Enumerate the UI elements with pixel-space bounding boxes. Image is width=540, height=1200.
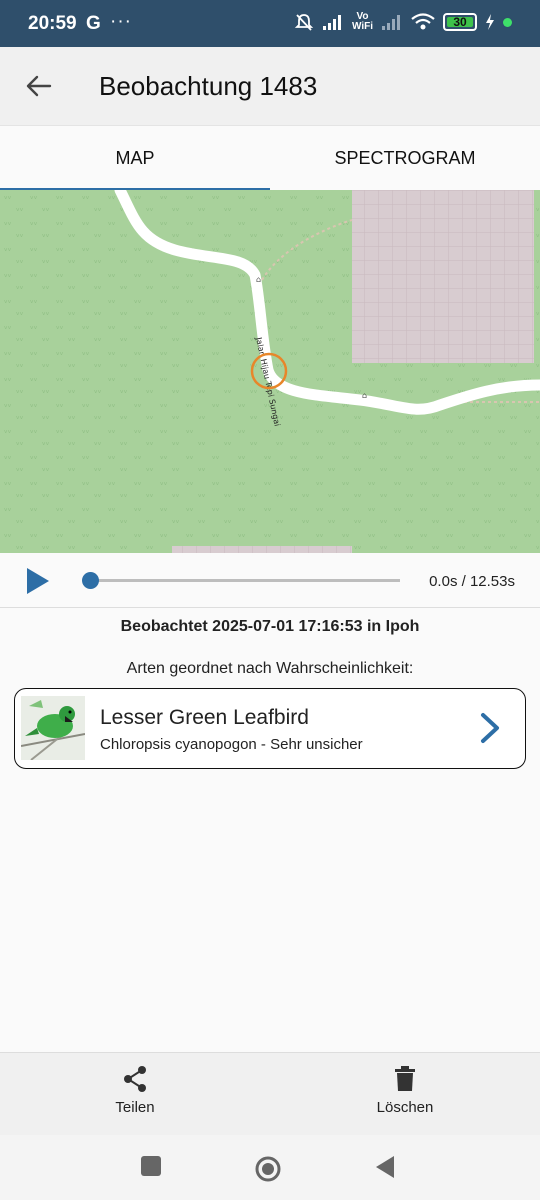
status-bar: 20:59 G ··· Vo WiFi 30 [0, 0, 540, 47]
species-card[interactable]: Lesser Green Leafbird Chloropsis cyanopo… [14, 688, 526, 769]
tab-map[interactable]: MAP [0, 126, 270, 191]
seek-thumb[interactable] [82, 572, 99, 589]
vowifi-icon: Vo WiFi [352, 12, 373, 32]
page-title: Beobachtung 1483 [99, 71, 318, 101]
trash-icon [395, 1066, 415, 1091]
share-label: Teilen [115, 1099, 155, 1116]
signal-icon [322, 15, 341, 30]
species-list-heading: Arten geordnet nach Wahrscheinlichkeit: [126, 660, 414, 677]
signal-off-icon [382, 15, 400, 30]
bird-thumbnail [21, 696, 85, 760]
wifi-label: WiFi [351, 21, 373, 32]
svg-text:⌂: ⌂ [362, 391, 367, 400]
species-common-name: Lesser Green Leafbird [100, 706, 309, 729]
chevron-right-icon[interactable] [477, 711, 503, 745]
map-canvas[interactable]: ᵛᵛ ᵛᵛ Jalan Hijau Tepi Sungai ⌂ ⌂ [0, 190, 540, 553]
privacy-dot-icon [503, 17, 512, 27]
mute-icon [294, 14, 314, 31]
app-bar: Beobachtung 1483 [0, 47, 540, 125]
share-icon [124, 1066, 146, 1092]
battery-level: 30 [453, 15, 467, 29]
audio-player: 0.0s / 12.53s [0, 553, 540, 608]
map-area-grid [352, 190, 534, 363]
share-button[interactable]: Teilen [65, 1065, 205, 1117]
delete-label: Löschen [376, 1099, 434, 1116]
observation-info: Beobachtet 2025-07-01 17:16:53 in Ipoh [120, 618, 420, 635]
home-icon[interactable] [254, 1155, 282, 1183]
map-area-grid-bottom [172, 546, 352, 553]
charging-icon [486, 14, 494, 30]
system-nav-bar [0, 1135, 540, 1200]
playback-time: 0.0s / 12.53s [429, 573, 515, 590]
battery-icon: 30 [443, 13, 477, 31]
status-time: 20:59 [28, 13, 77, 34]
g-icon: G [86, 13, 101, 34]
svg-text:⌂: ⌂ [256, 275, 261, 284]
bottom-action-bar: Teilen Löschen [0, 1052, 540, 1135]
species-detail: Chloropsis cyanopogon - Sehr unsicher [100, 736, 363, 753]
back-arrow-icon[interactable] [24, 71, 54, 101]
bus-stop-icon: ⌂ [256, 275, 261, 284]
seek-bar[interactable] [90, 579, 400, 582]
tab-bar: MAP SPECTROGRAM [0, 125, 540, 191]
status-icons: Vo WiFi 30 [294, 12, 512, 32]
play-icon[interactable] [25, 567, 51, 595]
map-view[interactable]: ᵛᵛ ᵛᵛ Jalan Hijau Tepi Sungai ⌂ ⌂ [0, 190, 540, 553]
wifi-icon [411, 13, 435, 30]
more-notifications-icon: ··· [110, 11, 132, 32]
back-nav-icon[interactable] [374, 1155, 396, 1179]
bus-stop-icon-2: ⌂ [362, 391, 367, 400]
delete-button[interactable]: Löschen [335, 1065, 475, 1117]
recents-icon[interactable] [140, 1155, 162, 1177]
tab-spectrogram[interactable]: SPECTROGRAM [270, 126, 540, 191]
